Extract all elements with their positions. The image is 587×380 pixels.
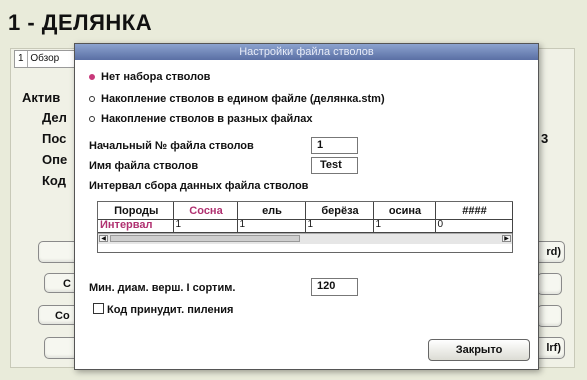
grid-header: Породы bbox=[98, 202, 174, 220]
bg-label-ope: Опе bbox=[42, 152, 68, 167]
grid-header[interactable]: ель bbox=[237, 202, 306, 220]
close-button[interactable]: Закрыто bbox=[428, 339, 530, 361]
start-file-label: Начальный № файла стволов bbox=[89, 140, 254, 152]
scroll-left-icon[interactable]: ◀ bbox=[99, 235, 108, 242]
scroll-right-icon[interactable]: ▶ bbox=[502, 235, 511, 242]
bg-button-right-2[interactable] bbox=[537, 273, 562, 295]
radio-no-set[interactable]: Нет набора стволов bbox=[89, 71, 210, 83]
bg-label-kod: Код bbox=[42, 173, 66, 188]
dialog-title: Настройки файла стволов bbox=[75, 44, 538, 60]
grid-cell[interactable]: 1 bbox=[305, 219, 374, 233]
grid-cell[interactable]: 1 bbox=[237, 219, 306, 233]
horizontal-scrollbar[interactable]: ◀ ▶ bbox=[98, 233, 512, 244]
species-interval-grid[interactable]: Породы Сосна ель берёза осина #### Интер… bbox=[97, 201, 513, 253]
interval-label: Интервал сбора данных файла стволов bbox=[89, 180, 309, 192]
grid-cell[interactable]: 0 bbox=[435, 219, 513, 233]
bg-label-del: Дел bbox=[42, 110, 67, 125]
radio-label: Нет набора стволов bbox=[101, 71, 211, 83]
radio-empty-icon bbox=[89, 96, 95, 102]
tab-number: 1 bbox=[15, 51, 28, 67]
grid-header[interactable]: берёза bbox=[305, 202, 374, 220]
tab-label: Обзор bbox=[30, 53, 60, 64]
start-file-input[interactable]: 1 bbox=[311, 137, 358, 154]
forced-cut-checkbox[interactable]: Код принудит. пиления bbox=[93, 303, 233, 316]
grid-header[interactable]: #### bbox=[435, 202, 513, 220]
radio-selected-icon bbox=[89, 74, 95, 80]
file-name-label: Имя файла стволов bbox=[89, 160, 199, 172]
tab-overview[interactable]: 1 Обзор bbox=[14, 50, 80, 68]
grid-header[interactable]: Сосна bbox=[173, 202, 238, 220]
min-diam-input[interactable]: 120 bbox=[311, 278, 358, 296]
bg-label-active: Актив bbox=[22, 90, 61, 105]
bg-button-right-3[interactable] bbox=[537, 305, 562, 327]
file-settings-dialog: Настройки файла стволов Нет набора ствол… bbox=[74, 43, 539, 370]
radio-label: Накопление стволов в разных файлах bbox=[101, 113, 313, 125]
page-title: 1 - ДЕЛЯНКА bbox=[8, 10, 153, 35]
bg-digit: 3 bbox=[541, 131, 549, 146]
grid-row-label: Интервал bbox=[98, 219, 174, 233]
bg-label-pos: Пос bbox=[42, 131, 67, 146]
radio-empty-icon bbox=[89, 116, 95, 122]
checkbox-label: Код принудит. пиления bbox=[107, 304, 234, 316]
checkbox-icon bbox=[93, 303, 104, 314]
radio-multiple-files[interactable]: Накопление стволов в разных файлах bbox=[89, 113, 312, 125]
min-diam-label: Мин. диам. верш. I сортим. bbox=[89, 282, 236, 294]
radio-label: Накопление стволов в едином файле (делян… bbox=[101, 93, 385, 105]
scroll-thumb[interactable] bbox=[110, 235, 300, 242]
file-name-input[interactable]: Test bbox=[311, 157, 358, 174]
radio-single-file[interactable]: Накопление стволов в едином файле (делян… bbox=[89, 93, 385, 105]
grid-cell[interactable]: 1 bbox=[373, 219, 436, 233]
grid-header[interactable]: осина bbox=[373, 202, 436, 220]
grid-cell[interactable]: 1 bbox=[173, 219, 238, 233]
